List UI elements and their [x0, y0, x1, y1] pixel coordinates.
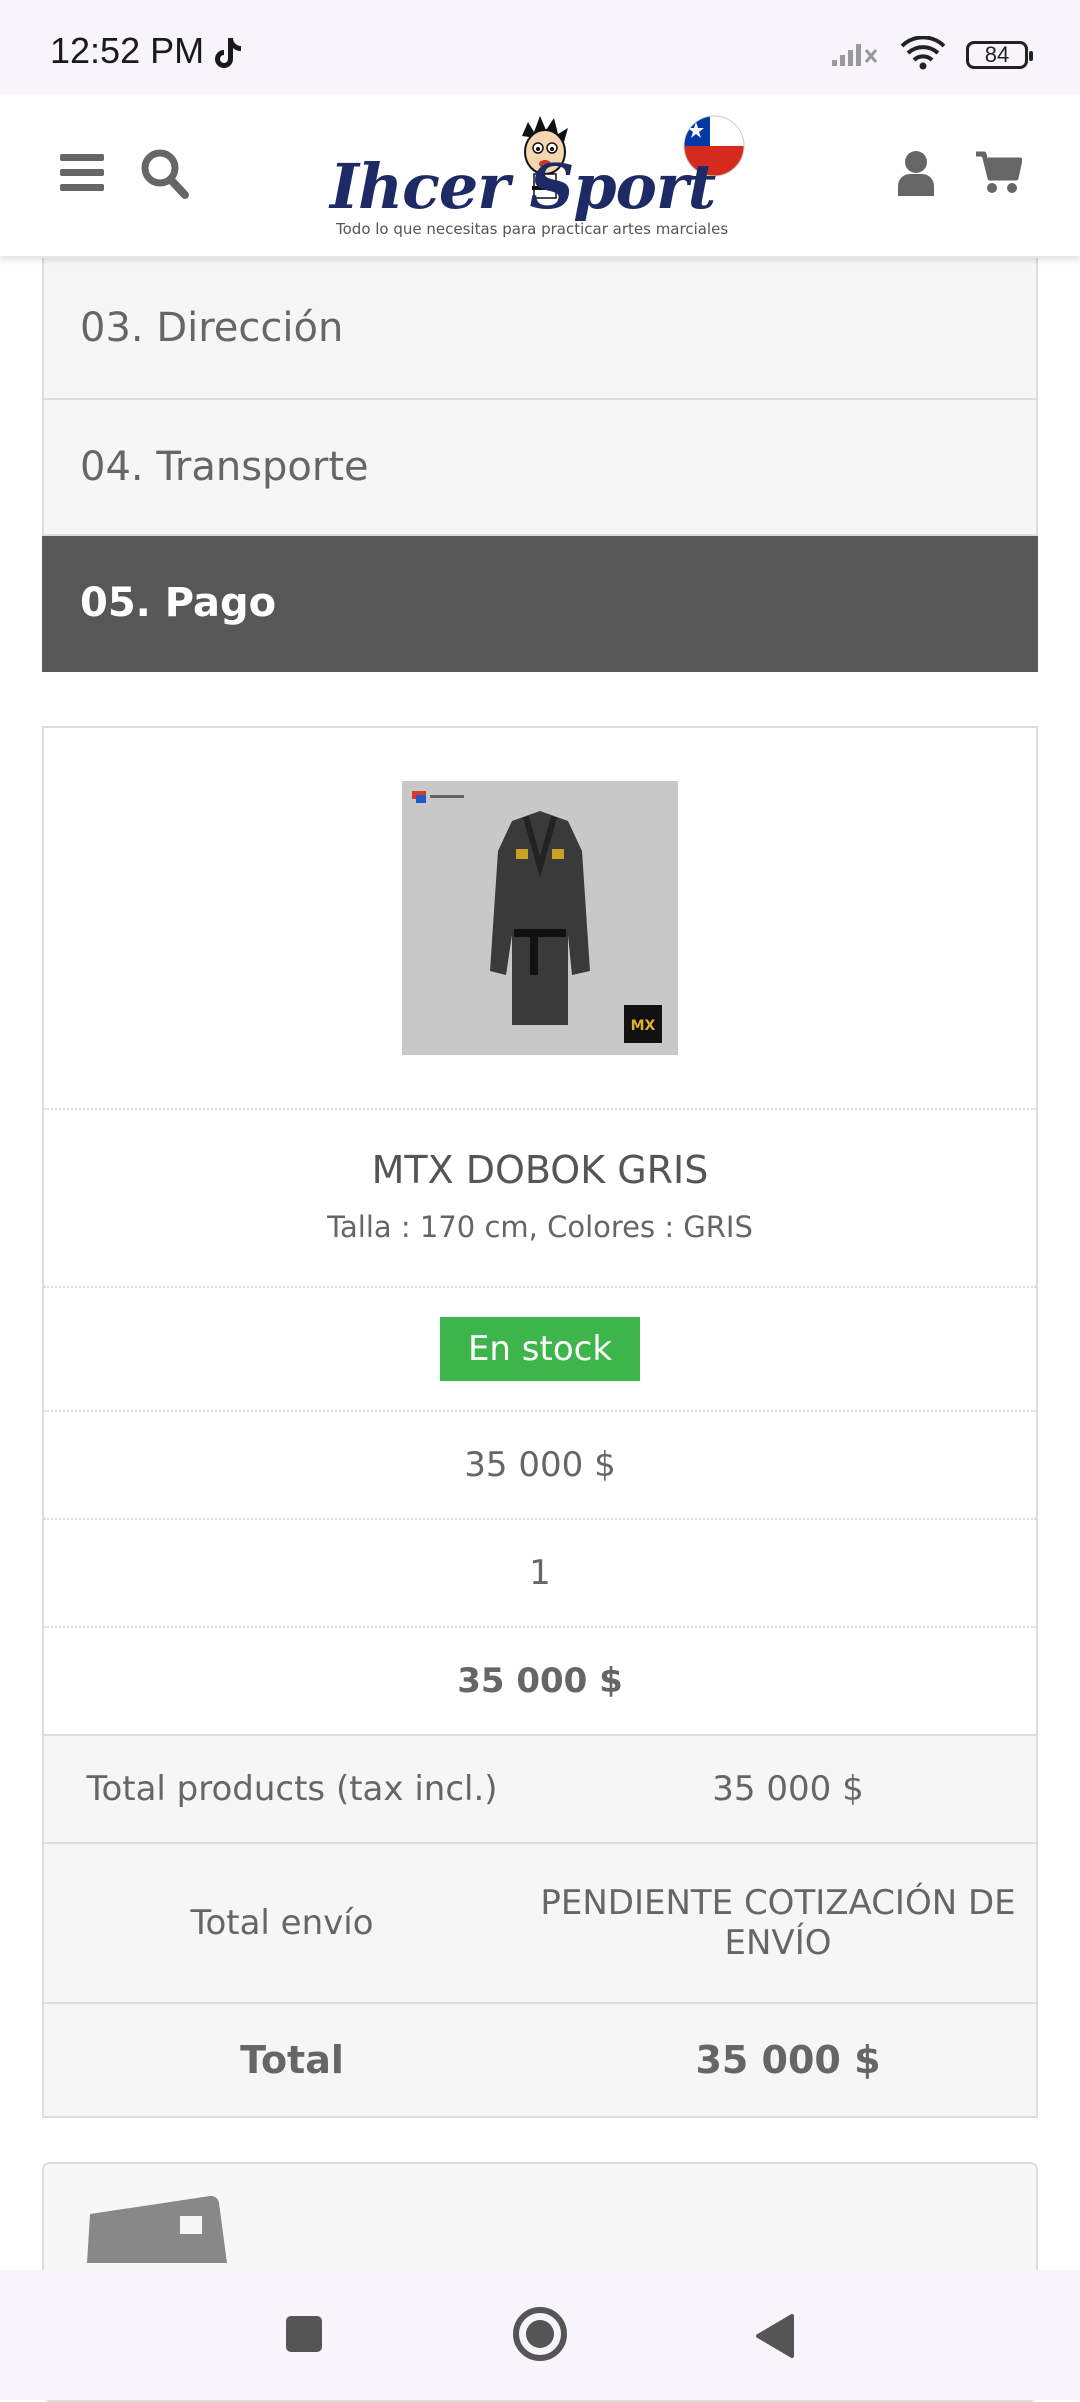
totals-table: Total products (tax incl.) 35 000 $ Tota… — [44, 1736, 1036, 2116]
status-time: 12:52 PM — [50, 30, 205, 71]
grand-total-label: Total — [240, 2038, 344, 2082]
step-address[interactable]: 03. Dirección — [42, 258, 1038, 400]
shipping-total-value: PENDIENTE COTIZACIÓN DE ENVÍO — [540, 1883, 1016, 1963]
site-header: Ihcer Sport Todo lo que necesitas para p… — [0, 94, 1080, 256]
logo-text: Ihcer Sport — [330, 150, 716, 223]
step-payment[interactable]: 05. Pago — [42, 536, 1038, 672]
product-quantity: 1 — [44, 1520, 1036, 1628]
recent-apps-icon[interactable] — [282, 2312, 326, 2360]
grand-total-value: 35 000 $ — [695, 2038, 881, 2082]
battery-indicator: 84 — [966, 41, 1033, 69]
search-icon[interactable] — [140, 148, 190, 204]
home-icon[interactable] — [510, 2304, 570, 2368]
site-logo[interactable]: Ihcer Sport Todo lo que necesitas para p… — [330, 106, 750, 246]
line-total: 35 000 $ — [44, 1628, 1036, 1736]
user-icon[interactable] — [896, 150, 936, 200]
cell-signal-icon — [830, 38, 880, 72]
system-nav-bar — [0, 2270, 1080, 2400]
step-shipping[interactable]: 04. Transporte — [42, 400, 1038, 536]
products-total-label: Total products (tax incl.) — [86, 1769, 498, 1809]
product-image[interactable]: MX — [402, 781, 678, 1055]
status-bar: 12:52 PM 84 — [0, 0, 1080, 94]
product-name[interactable]: MTX DOBOK GRIS — [44, 1148, 1036, 1192]
cart-icon[interactable] — [974, 150, 1023, 200]
logo-tagline: Todo lo que necesitas para practicar art… — [336, 220, 729, 238]
product-image-row: MX — [44, 728, 1036, 1110]
tiktok-icon — [212, 36, 242, 74]
totals-row-grand: Total 35 000 $ — [44, 2004, 1036, 2116]
wifi-icon — [900, 35, 946, 74]
product-attributes: Talla : 170 cm, Colores : GRIS — [327, 1210, 753, 1244]
products-total-value: 35 000 $ — [712, 1769, 864, 1809]
unit-price: 35 000 $ — [44, 1412, 1036, 1520]
menu-icon[interactable] — [60, 154, 104, 192]
product-info-row: MTX DOBOK GRIS Talla : 170 cm, Colores :… — [44, 1110, 1036, 1288]
cart-summary: MX MTX DOBOK GRIS Talla : 170 cm, Colore… — [42, 726, 1038, 2118]
totals-row-products: Total products (tax incl.) 35 000 $ — [44, 1736, 1036, 1844]
svg-text:MX: MX — [631, 1018, 656, 1034]
payment-card-icon — [87, 2195, 227, 2263]
checkout-steps: 03. Dirección 04. Transporte 05. Pago — [42, 258, 1038, 672]
shipping-total-label: Total envío — [190, 1903, 374, 1943]
stock-row: En stock — [44, 1288, 1036, 1412]
back-icon[interactable] — [752, 2312, 796, 2364]
totals-row-shipping: Total envío PENDIENTE COTIZACIÓN DE ENVÍ… — [44, 1844, 1036, 2004]
stock-badge: En stock — [439, 1317, 641, 1381]
